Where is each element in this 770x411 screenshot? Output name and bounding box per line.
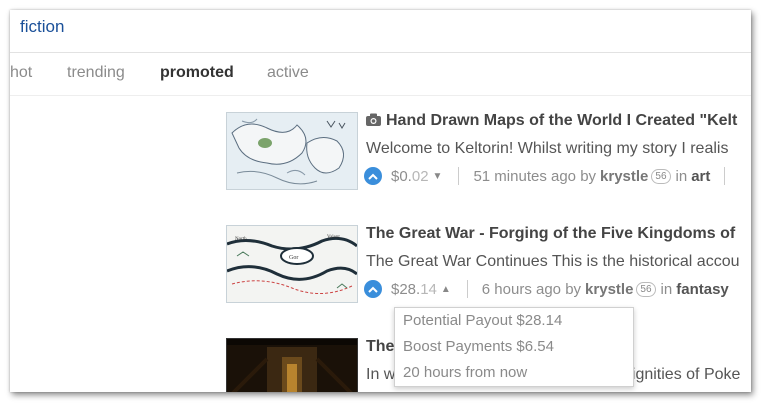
post-category[interactable]: fantasy (676, 281, 729, 298)
post-meta: $0.02 ▼ 51 minutes ago by krystle 56 in … (364, 167, 726, 185)
svg-text:North: North (235, 237, 247, 242)
post-excerpt[interactable]: The Great War Continues This is the hist… (366, 253, 740, 271)
reputation-badge: 56 (636, 281, 656, 297)
upvote-icon[interactable] (364, 167, 382, 185)
post-excerpt[interactable]: Welcome to Keltorin! Whilst writing my s… (366, 140, 728, 158)
payout-cents: 14 (420, 280, 437, 298)
post-author[interactable]: krystle (585, 281, 633, 298)
post-time: 6 hours ago by (481, 280, 582, 298)
sort-tabs: hot trending promoted active (10, 53, 751, 96)
caret-down-icon[interactable]: ▼ (433, 171, 443, 182)
post-title[interactable]: Hand Drawn Maps of the World I Created "… (366, 112, 737, 131)
post-author[interactable]: krystle (600, 168, 648, 185)
meta-divider (724, 167, 726, 185)
post-excerpt-end: dignities of Poke (623, 366, 741, 383)
tab-trending[interactable]: trending (67, 64, 125, 82)
app-window: fiction hot trending promoted active Han… (10, 10, 751, 392)
meta-divider (458, 167, 460, 185)
potential-payout: Potential Payout $28.14 (403, 312, 563, 329)
payout-cents: 02 (411, 167, 429, 185)
post-excerpt-start: In w (366, 366, 396, 383)
meta-divider (466, 280, 468, 298)
payout-eta: 20 hours from now (403, 364, 528, 381)
tag-title[interactable]: fiction (20, 17, 64, 37)
header-bar: fiction (10, 10, 751, 53)
post-title[interactable]: The Great War - Forging of the Five King… (366, 225, 735, 243)
tab-active[interactable]: active (267, 64, 309, 82)
camera-icon (366, 113, 381, 131)
tab-promoted[interactable]: promoted (160, 64, 234, 82)
post-thumbnail[interactable] (226, 338, 358, 392)
payout-dropdown: Potential Payout $28.14 Boost Payments $… (394, 307, 634, 387)
svg-text:Gor: Gor (289, 255, 298, 261)
caret-down-icon[interactable]: ▲ (441, 284, 451, 295)
in-label: in (675, 167, 688, 185)
payout-value[interactable]: $0.02 (391, 168, 429, 185)
reputation-badge: 56 (651, 168, 671, 184)
post-thumbnail[interactable]: Gor North Valent (226, 225, 358, 303)
post-excerpt[interactable]: In w dignities of Poke (366, 366, 740, 384)
payout-value[interactable]: $28.14 (391, 281, 437, 298)
svg-text:Valent: Valent (327, 235, 340, 240)
upvote-icon[interactable] (364, 280, 382, 298)
payout-main: $28. (391, 280, 421, 298)
post-meta: $28.14 ▲ 6 hours ago by krystle 56 in fa… (364, 280, 729, 298)
post-thumbnail[interactable] (226, 112, 358, 190)
in-label: in (660, 280, 673, 298)
payout-main: $0. (391, 167, 412, 185)
post-time: 51 minutes ago by (473, 167, 597, 185)
post-title[interactable]: The (366, 338, 394, 356)
post-title-text: Hand Drawn Maps of the World I Created "… (386, 112, 738, 129)
post-category[interactable]: art (691, 168, 710, 185)
tab-hot[interactable]: hot (10, 64, 32, 82)
boost-payments: Boost Payments $6.54 (403, 338, 554, 355)
